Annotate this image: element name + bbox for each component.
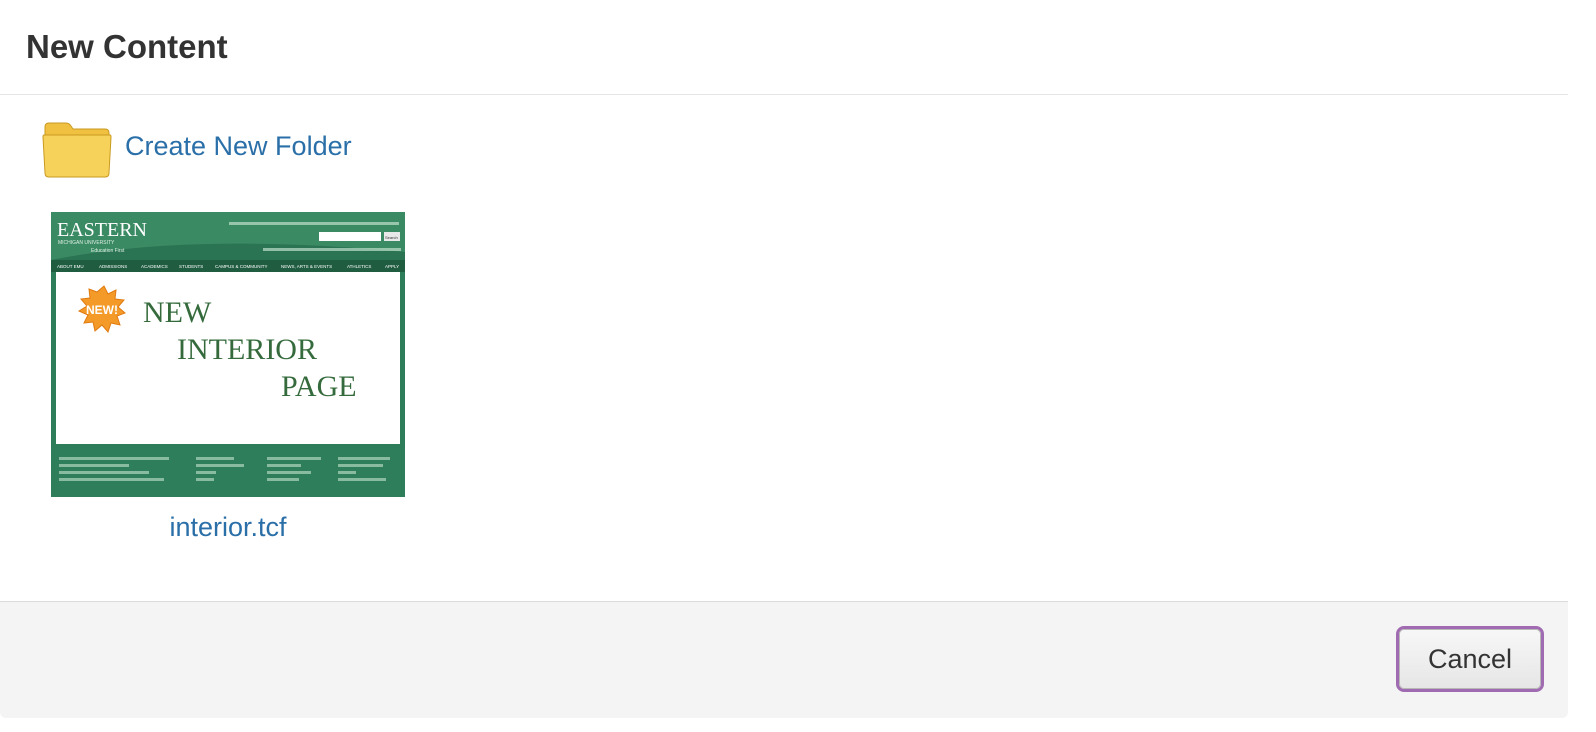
thumb-headline-line: PAGE	[281, 370, 357, 403]
thumb-headline-line: INTERIOR	[177, 333, 317, 366]
thumb-nav-item: ACADEMICS	[141, 264, 168, 269]
template-thumbnail[interactable]: EASTERN MICHIGAN UNIVERSITY Education Fi…	[51, 212, 405, 497]
thumb-nav-item: ABOUT EMU	[57, 264, 84, 269]
badge-text: NEW!	[86, 303, 118, 317]
thumb-search-button: Search	[385, 235, 398, 240]
thumb-brand-sub: MICHIGAN UNIVERSITY	[58, 240, 115, 246]
thumb-nav-item: STUDENTS	[179, 264, 203, 269]
dialog-body: Create New Folder EASTERN MICHIGAN UNIVE…	[0, 96, 1568, 601]
dialog-header: New Content	[0, 0, 1568, 95]
thumb-nav-item: ATHLETICS	[347, 264, 371, 269]
thumb-nav-item: ADMISSIONS	[99, 264, 127, 269]
cancel-button[interactable]: Cancel	[1399, 629, 1541, 689]
template-name-link[interactable]: interior.tcf	[51, 511, 405, 543]
thumb-tagline: Education First	[91, 248, 125, 254]
thumb-headline-line: NEW	[143, 296, 212, 329]
create-new-folder-link[interactable]: Create New Folder	[42, 120, 352, 180]
thumb-nav-item: CAMPUS & COMMUNITY	[215, 264, 268, 269]
thumb-nav-item: NEWS, ARTS & EVENTS	[281, 264, 332, 269]
create-new-folder-label: Create New Folder	[125, 131, 352, 161]
new-content-dialog: New Content Create New Folder EASTERN MI…	[0, 0, 1568, 718]
template-item-interior[interactable]: EASTERN MICHIGAN UNIVERSITY Education Fi…	[51, 212, 405, 543]
dialog-footer: Cancel	[0, 601, 1568, 718]
thumb-brand: EASTERN	[57, 219, 147, 241]
thumb-nav-item: APPLY	[385, 264, 399, 269]
folder-icon	[42, 122, 112, 178]
dialog-title: New Content	[26, 28, 228, 65]
